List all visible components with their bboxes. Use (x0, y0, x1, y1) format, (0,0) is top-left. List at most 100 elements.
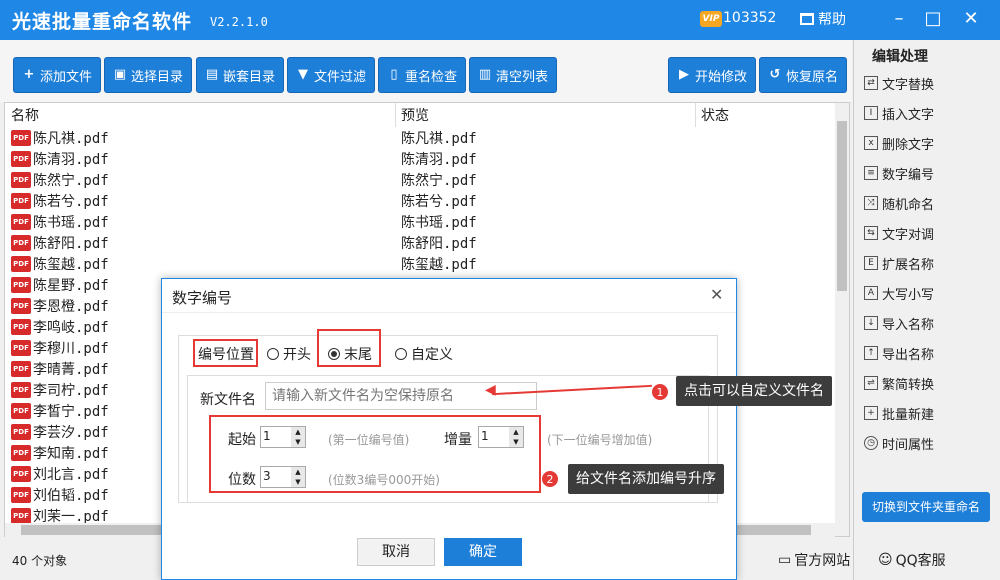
file-preview: 陈舒阳.pdf (401, 236, 477, 252)
file-name: 李晴菁.pdf (33, 362, 109, 378)
file-name: 刘伯韬.pdf (33, 488, 109, 504)
qq-support-link[interactable]: ☺ QQ客服 (878, 550, 946, 570)
pdf-icon: PDF (11, 340, 31, 356)
sidebar-item-label: 时间属性 (882, 437, 935, 453)
clear-list-button[interactable]: ▥ 清空列表 (469, 57, 558, 93)
radio-custom[interactable]: 自定义 (395, 344, 453, 364)
close-icon[interactable]: ✕ (710, 285, 723, 304)
minimize-icon[interactable]: – (888, 8, 910, 30)
restore-button[interactable]: ↺ 恢复原名 (759, 57, 848, 93)
dup-check-button[interactable]: ▯ 重名检查 (378, 57, 467, 93)
close-icon[interactable]: ✕ (960, 8, 982, 30)
sidebar-item-convert[interactable]: ⇌ 繁简转换 (864, 372, 994, 394)
callout-badge-2: 2 (541, 470, 559, 488)
chevron-up-icon[interactable]: ▲ (291, 467, 305, 477)
trash-icon: ▥ (478, 67, 492, 82)
increment-stepper[interactable]: 1 ▲ ▼ (478, 426, 524, 448)
pdf-icon: PDF (11, 445, 31, 461)
table-row[interactable]: PDF 陈清羽.pdf 陈清羽.pdf (9, 148, 829, 169)
increment-label: 增量 (444, 432, 472, 448)
column-header-status[interactable]: 状态 (701, 105, 729, 125)
table-row[interactable]: PDF 陈玺越.pdf 陈玺越.pdf (9, 253, 829, 274)
cancel-button[interactable]: 取消 (357, 538, 435, 566)
increment-hint: (下一位编号增加值) (547, 433, 653, 447)
scroll-thumb[interactable] (837, 121, 847, 291)
ok-button[interactable]: 确定 (444, 538, 522, 566)
start-stepper[interactable]: 1 ▲ ▼ (260, 426, 306, 448)
sidebar-item-number[interactable]: ≡ 数字编号 (864, 162, 994, 184)
extension-icon: E (864, 256, 878, 270)
sidebar-item-export[interactable]: ↑ 导出名称 (864, 342, 994, 364)
vertical-scrollbar[interactable] (835, 103, 849, 536)
file-filter-button[interactable]: ▼ 文件过滤 (287, 57, 376, 93)
arrow-head-icon: ◀ (485, 382, 496, 398)
help-button[interactable]: 帮助 (800, 9, 846, 29)
chevron-down-icon[interactable]: ▼ (291, 437, 305, 447)
radio-custom-label: 自定义 (411, 347, 453, 363)
pdf-icon: PDF (11, 403, 31, 419)
app-version: V2.2.1.0 (210, 15, 268, 29)
radio-icon (395, 348, 407, 360)
column-header-name[interactable]: 名称 (11, 105, 39, 125)
column-divider[interactable] (395, 103, 396, 127)
new-icon: + (864, 406, 878, 420)
dup-check-label: 重名检查 (405, 69, 458, 85)
sidebar-item-time[interactable]: ◷ 时间属性 (864, 432, 994, 454)
chevron-up-icon[interactable]: ▲ (509, 427, 523, 437)
sidebar-item-random[interactable]: ⤨ 随机命名 (864, 192, 994, 214)
file-name: 李恩橙.pdf (33, 299, 109, 315)
maximize-icon[interactable]: □ (922, 8, 944, 30)
sidebar-item-insert[interactable]: I 插入文字 (864, 102, 994, 124)
add-files-button[interactable]: + 添加文件 (13, 57, 102, 93)
table-row[interactable]: PDF 陈若兮.pdf 陈若兮.pdf (9, 190, 829, 211)
sidebar-item-delete[interactable]: x 删除文字 (864, 132, 994, 154)
digits-stepper[interactable]: 3 ▲ ▼ (260, 466, 306, 488)
pdf-icon: PDF (11, 193, 31, 209)
dialog-title: 数字编号 (172, 289, 233, 307)
sidebar-item-label: 插入文字 (882, 107, 935, 123)
sidebar-item-new[interactable]: + 批量新建 (864, 402, 994, 424)
monitor-icon: ▭ (778, 552, 792, 568)
site-label: 官方网站 (794, 553, 851, 569)
sidebar-item-extension[interactable]: E 扩展名称 (864, 252, 994, 274)
table-row[interactable]: PDF 陈书瑶.pdf 陈书瑶.pdf (9, 211, 829, 232)
table-row[interactable]: PDF 陈舒阳.pdf 陈舒阳.pdf (9, 232, 829, 253)
shuffle-icon: ⤨ (864, 196, 878, 210)
file-preview: 陈书瑶.pdf (401, 215, 477, 231)
chevron-down-icon[interactable]: ▼ (291, 477, 305, 487)
radio-end[interactable]: 末尾 (328, 344, 372, 364)
sidebar-item-swap[interactable]: ⇆ 文字对调 (864, 222, 994, 244)
sidebar-item-import[interactable]: ↓ 导入名称 (864, 312, 994, 334)
nested-dir-button[interactable]: ▤ 嵌套目录 (196, 57, 285, 93)
chevron-up-icon[interactable]: ▲ (291, 427, 305, 437)
sidebar-item-replace[interactable]: ⇄ 文字替换 (864, 72, 994, 94)
qq-icon: ☺ (878, 552, 893, 568)
title-bar: 光速批量重命名软件 V2.2.1.0 VIP 103352 帮助 – □ ✕ (0, 0, 1000, 40)
file-name: 陈舒阳.pdf (33, 236, 109, 252)
sidebar-item-label: 批量新建 (882, 407, 935, 423)
switch-folder-rename-button[interactable]: 切换到文件夹重命名 (862, 492, 990, 522)
case-icon: A (864, 286, 878, 300)
book-icon (800, 13, 814, 25)
app-title: 光速批量重命名软件 (12, 11, 193, 33)
official-site-link[interactable]: ▭ 官方网站 (778, 550, 850, 570)
pdf-icon: PDF (11, 151, 31, 167)
table-row[interactable]: PDF 陈然宁.pdf 陈然宁.pdf (9, 169, 829, 190)
file-preview: 陈玺越.pdf (401, 257, 477, 273)
pdf-icon: PDF (11, 298, 31, 314)
pdf-icon: PDF (11, 256, 31, 272)
column-divider[interactable] (695, 103, 696, 127)
radio-selected-icon (328, 348, 340, 360)
newname-input[interactable] (265, 382, 537, 410)
clock-icon: ◷ (864, 436, 878, 450)
radio-start[interactable]: 开头 (267, 344, 311, 364)
table-row[interactable]: PDF 陈凡祺.pdf 陈凡祺.pdf (9, 127, 829, 148)
start-button[interactable]: ▶ 开始修改 (668, 57, 757, 93)
sidebar-item-case[interactable]: A 大写小写 (864, 282, 994, 304)
chevron-down-icon[interactable]: ▼ (509, 437, 523, 447)
column-header-preview[interactable]: 预览 (401, 105, 429, 125)
vip-number[interactable]: 103352 (723, 10, 776, 26)
file-name: 陈玺越.pdf (33, 257, 109, 273)
select-dir-button[interactable]: ▣ 选择目录 (104, 57, 193, 93)
sidebar-item-label: 导出名称 (882, 347, 935, 363)
